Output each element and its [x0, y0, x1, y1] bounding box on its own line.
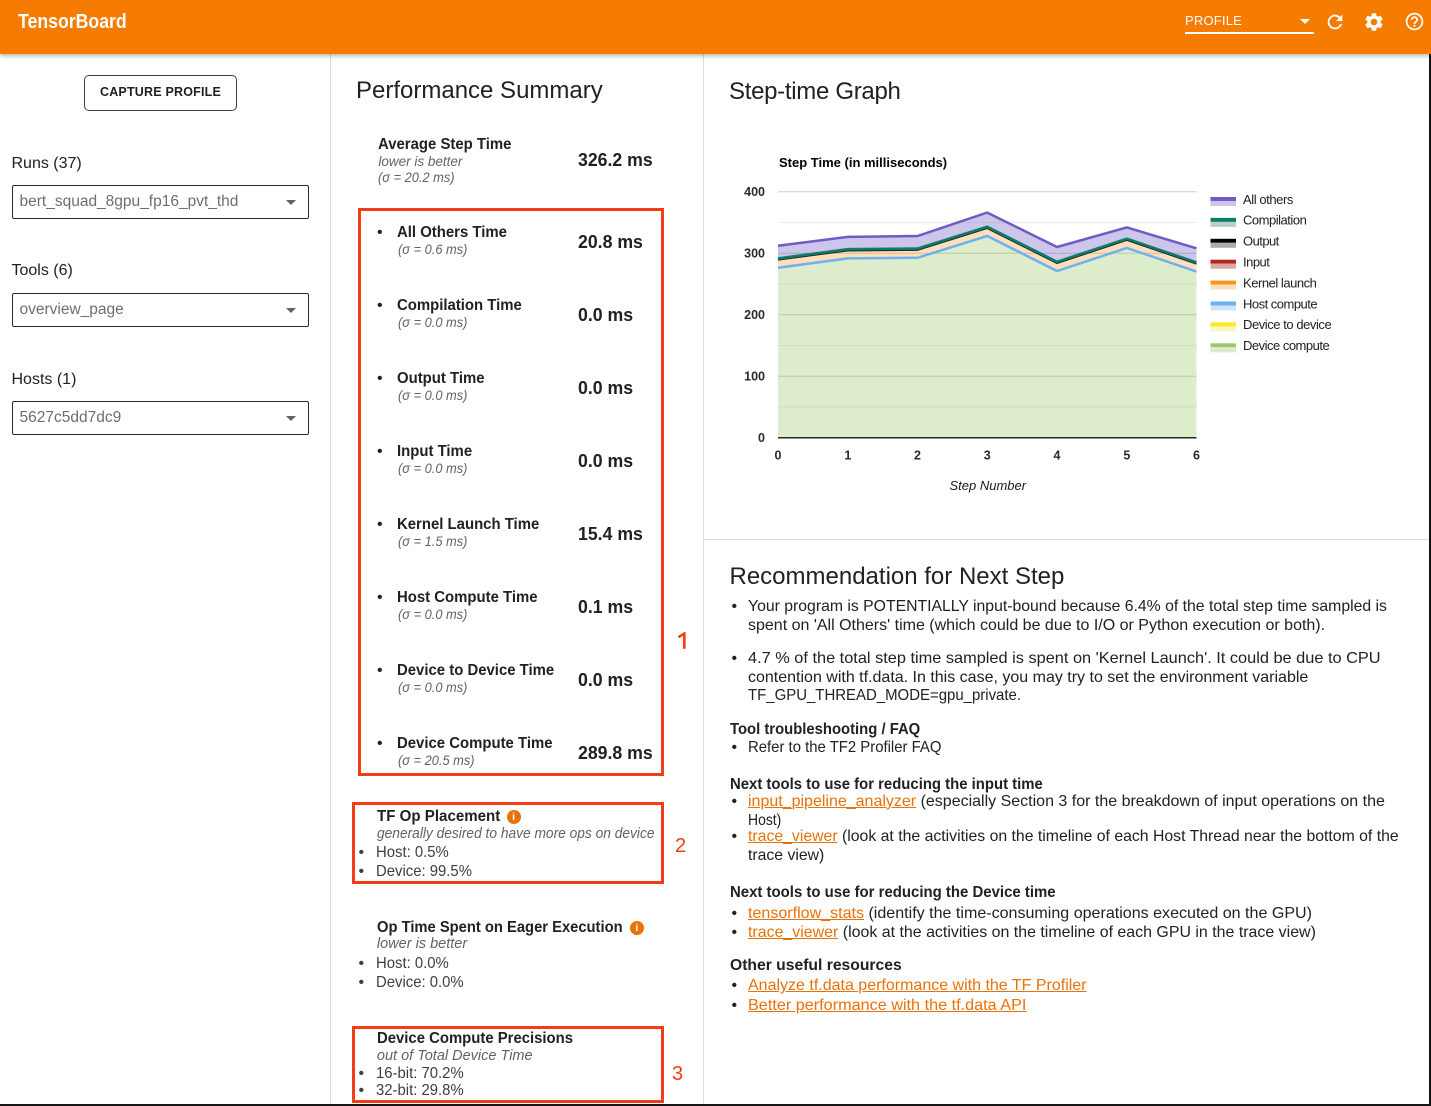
- svg-text:All others: All others: [1243, 192, 1294, 207]
- svg-text:300: 300: [744, 247, 765, 261]
- svg-text:Step Number: Step Number: [950, 478, 1027, 493]
- svg-text:200: 200: [744, 308, 765, 322]
- svg-text:100: 100: [744, 370, 765, 384]
- svg-text:0: 0: [775, 448, 782, 462]
- svg-text:4: 4: [1054, 448, 1061, 462]
- svg-text:Compilation: Compilation: [1243, 213, 1307, 228]
- svg-text:Step Time (in milliseconds): Step Time (in milliseconds): [779, 155, 947, 170]
- svg-text:Device to device: Device to device: [1243, 317, 1332, 332]
- svg-text:Input: Input: [1243, 255, 1270, 270]
- svg-text:Kernel launch: Kernel launch: [1243, 275, 1317, 290]
- svg-text:5: 5: [1123, 448, 1130, 462]
- svg-text:400: 400: [744, 185, 765, 199]
- svg-text:6: 6: [1193, 448, 1200, 462]
- svg-text:0: 0: [758, 431, 765, 445]
- svg-text:Output: Output: [1243, 234, 1280, 249]
- svg-text:2: 2: [914, 448, 921, 462]
- svg-text:Host compute: Host compute: [1243, 296, 1318, 311]
- svg-text:1: 1: [844, 448, 851, 462]
- svg-text:Device compute: Device compute: [1243, 338, 1330, 353]
- svg-text:3: 3: [984, 448, 991, 462]
